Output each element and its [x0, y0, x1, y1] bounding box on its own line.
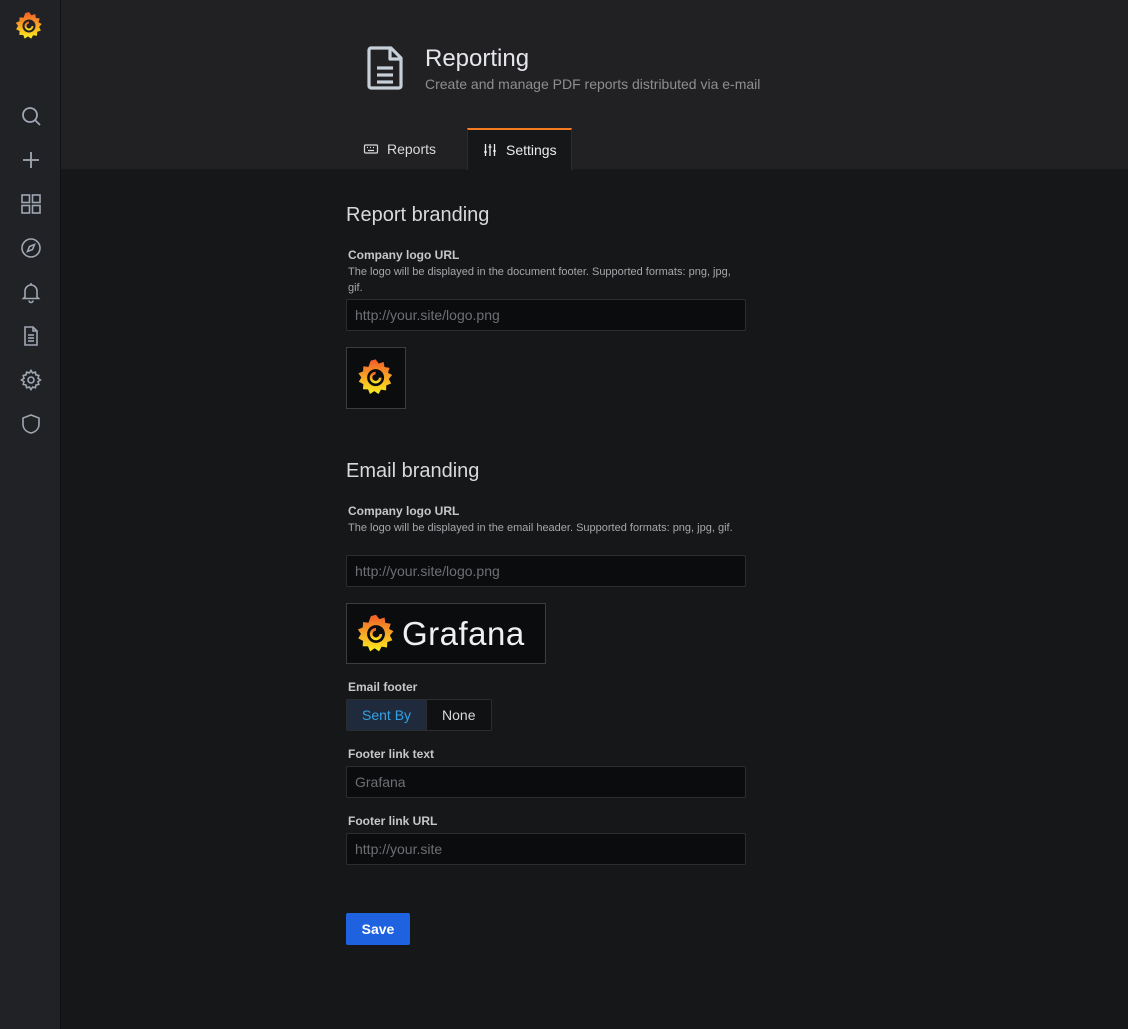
- dashboards-icon[interactable]: [19, 192, 43, 216]
- email-logo-description: The logo will be displayed in the email …: [348, 522, 733, 534]
- grafana-logo-icon: [358, 359, 393, 395]
- grafana-logo-icon: [357, 614, 394, 651]
- report-logo-label: Company logo URL: [348, 248, 460, 262]
- report-logo-preview: [346, 347, 406, 409]
- search-icon[interactable]: [19, 104, 43, 128]
- footer-link-url-label: Footer link URL: [348, 814, 438, 828]
- report-logo-description: The logo will be displayed in the docume…: [348, 266, 731, 294]
- bell-icon[interactable]: [19, 280, 43, 304]
- gear-icon[interactable]: [19, 368, 43, 392]
- email-logo-url-input[interactable]: [346, 555, 746, 587]
- page-header: Reporting Create and manage PDF reports …: [61, 0, 1128, 170]
- tab-settings[interactable]: Settings: [467, 128, 572, 170]
- plus-icon[interactable]: [19, 148, 43, 172]
- email-logo-label: Company logo URL: [348, 504, 460, 518]
- email-footer-radio-group: Sent By None: [346, 699, 492, 731]
- tab-settings-label: Settings: [506, 142, 557, 158]
- keyboard-icon: [363, 144, 379, 154]
- footer-link-text-label: Footer link text: [348, 747, 435, 761]
- email-logo-preview: Grafana: [346, 603, 546, 664]
- tab-reports-label: Reports: [387, 141, 437, 157]
- footer-option-none[interactable]: None: [427, 700, 491, 730]
- save-button[interactable]: Save: [346, 913, 410, 945]
- page-subtitle: Create and manage PDF reports distribute…: [425, 76, 761, 92]
- grafana-logo-icon[interactable]: [13, 10, 45, 42]
- sidebar: [0, 0, 61, 1029]
- footer-link-url-input[interactable]: [346, 833, 746, 865]
- report-branding-heading: Report branding: [346, 204, 490, 226]
- document-icon: [365, 44, 407, 92]
- tab-reports[interactable]: Reports: [349, 128, 450, 170]
- grafana-wordmark: Grafana: [402, 614, 525, 652]
- sliders-icon: [484, 144, 496, 156]
- email-footer-label: Email footer: [348, 680, 418, 694]
- shield-icon[interactable]: [19, 412, 43, 436]
- compass-icon[interactable]: [19, 236, 43, 260]
- email-branding-heading: Email branding: [346, 460, 480, 482]
- page-title: Reporting: [425, 45, 530, 72]
- footer-option-sent-by[interactable]: Sent By: [347, 700, 428, 730]
- footer-link-text-input[interactable]: [346, 766, 746, 798]
- document-icon[interactable]: [19, 324, 43, 348]
- report-logo-url-input[interactable]: [346, 299, 746, 331]
